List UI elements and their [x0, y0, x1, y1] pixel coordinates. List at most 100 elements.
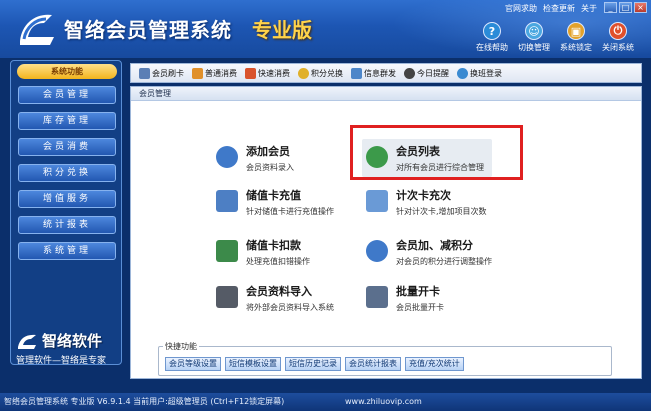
cart-icon: [192, 67, 203, 79]
sidebar-item-consumption[interactable]: 会员消费: [18, 138, 116, 156]
func-desc: 对会员的积分进行调整操作: [396, 257, 492, 266]
status-bar: 智络会员管理系统 专业版 V6.9.1.4 当前用户:超级管理员 (Ctrl+F…: [0, 393, 651, 411]
close-button[interactable]: ×: [634, 2, 647, 13]
close-system-button[interactable]: ⏻ 关闭系统: [601, 22, 635, 53]
points-icon: [366, 240, 388, 262]
toolbar-shift-login[interactable]: 换班登录: [457, 67, 502, 79]
brand-name: 智络软件: [42, 332, 103, 350]
sidebar-item-value-added[interactable]: 增值服务: [18, 190, 116, 208]
app-title: 智络会员管理系统: [64, 18, 232, 42]
status-url: www.zhiluovip.com: [345, 397, 422, 406]
help-button[interactable]: ? 在线帮助: [475, 22, 509, 53]
fast-icon: [245, 67, 256, 79]
sidebar-heading: 系统功能: [17, 64, 117, 79]
window-controls: _ □ ×: [604, 2, 647, 13]
close-system-label: 关闭系统: [602, 43, 634, 52]
brand-slogan: 管理软件—智络是专家: [16, 356, 107, 366]
top-links: 官网求助 检查更新 关于: [505, 3, 597, 14]
quick-label: 快捷功能: [163, 341, 199, 352]
func-title: 储值卡充值: [246, 189, 301, 202]
deduct-button[interactable]: 储值卡扣款 处理充值扣错操作: [216, 237, 310, 267]
toolbar-label: 今日提醒: [417, 68, 449, 78]
toolbar-mass-message[interactable]: 信息群发: [351, 67, 396, 79]
toolbar: 会员刷卡 普通消费 快速消费 积分兑换 信息群发 今日提醒 换班登录: [130, 63, 642, 83]
func-desc: 处理充值扣错操作: [246, 257, 310, 266]
status-text: 智络会员管理系统 专业版 V6.9.1.4 当前用户:超级管理员 (Ctrl+F…: [4, 397, 285, 406]
sidebar-item-reports[interactable]: 统计报表: [18, 216, 116, 234]
toolbar-label: 普通消费: [205, 68, 237, 78]
switch-manager-label: 切换管理: [518, 43, 550, 52]
points-adjust-button[interactable]: 会员加、减积分 对会员的积分进行调整操作: [366, 237, 492, 267]
batch-card-button[interactable]: 批量开卡 会员批量开卡: [366, 283, 444, 313]
quick-functions: 快捷功能 会员等级设置 短信模板设置 短信历史记录 会员统计报表 充值/充次统计: [158, 341, 612, 376]
quick-recharge-stats-button[interactable]: 充值/充次统计: [405, 357, 464, 371]
top-link-help[interactable]: 官网求助: [505, 3, 537, 14]
quick-sms-template-button[interactable]: 短信模板设置: [225, 357, 281, 371]
logo-icon: [20, 14, 54, 45]
func-title: 计次卡充次: [396, 189, 451, 202]
func-title: 会员资料导入: [246, 285, 312, 298]
lock-icon: ▣: [567, 22, 585, 40]
help-label: 在线帮助: [476, 43, 508, 52]
selection-highlight: [350, 125, 523, 180]
count-card-button[interactable]: 计次卡充次 针对计次卡,增加项目次数: [366, 187, 487, 217]
clock-icon: [404, 67, 415, 79]
toolbar-member-swipe[interactable]: 会员刷卡: [139, 67, 184, 79]
header: 智络会员管理系统 专业版 官网求助 检查更新 关于 _ □ × ? 在线帮助 ☺…: [0, 0, 651, 58]
recharge-icon: [216, 190, 238, 212]
add-member-button[interactable]: 添加会员 会员资料录入: [216, 143, 294, 173]
quick-sms-history-button[interactable]: 短信历史记录: [285, 357, 341, 371]
add-member-icon: [216, 146, 238, 168]
sidebar-item-system[interactable]: 系统管理: [18, 242, 116, 260]
switch-icon: [457, 67, 468, 79]
sidebar: 系统功能 会员管理 库存管理 会员消费 积分兑换 增值服务 统计报表 系统管理: [10, 60, 122, 365]
maximize-button[interactable]: □: [619, 2, 632, 13]
edition-label: 专业版: [252, 18, 312, 42]
power-icon: ⏻: [609, 22, 627, 40]
exchange-icon: [298, 67, 309, 79]
top-link-update[interactable]: 检查更新: [543, 3, 575, 14]
func-desc: 针对储值卡进行充值操作: [246, 207, 334, 216]
toolbar-label: 快速消费: [258, 68, 290, 78]
toolbar-today-reminder[interactable]: 今日提醒: [404, 67, 449, 79]
brand-logo-icon: [18, 334, 36, 349]
quick-member-report-button[interactable]: 会员统计报表: [345, 357, 401, 371]
panel-title: 会员管理: [131, 87, 641, 101]
func-title: 添加会员: [246, 145, 290, 158]
toolbar-label: 信息群发: [364, 68, 396, 78]
people-icon: ☺: [525, 22, 543, 40]
minimize-button[interactable]: _: [604, 2, 617, 13]
card-icon: [139, 67, 150, 79]
help-icon: ?: [483, 22, 501, 40]
func-desc: 将外部会员资料导入系统: [246, 303, 334, 312]
import-icon: [216, 286, 238, 308]
import-button[interactable]: 会员资料导入 将外部会员资料导入系统: [216, 283, 334, 313]
lock-system-button[interactable]: ▣ 系统锁定: [559, 22, 593, 53]
deduct-icon: [216, 240, 238, 262]
lock-system-label: 系统锁定: [560, 43, 592, 52]
toolbar-label: 会员刷卡: [152, 68, 184, 78]
toolbar-normal-consumption[interactable]: 普通消费: [192, 67, 237, 79]
sidebar-item-member-management[interactable]: 会员管理: [18, 86, 116, 104]
func-title: 储值卡扣款: [246, 239, 301, 252]
switch-manager-button[interactable]: ☺ 切换管理: [517, 22, 551, 53]
func-desc: 针对计次卡,增加项目次数: [396, 207, 487, 216]
func-title: 会员加、减积分: [396, 239, 473, 252]
sidebar-item-points-exchange[interactable]: 积分兑换: [18, 164, 116, 182]
batch-card-icon: [366, 286, 388, 308]
toolbar-label: 换班登录: [470, 68, 502, 78]
recharge-button[interactable]: 储值卡充值 针对储值卡进行充值操作: [216, 187, 334, 217]
header-buttons: ? 在线帮助 ☺ 切换管理 ▣ 系统锁定 ⏻ 关闭系统: [475, 22, 635, 53]
func-desc: 会员资料录入: [246, 163, 294, 172]
toolbar-fast-consumption[interactable]: 快速消费: [245, 67, 290, 79]
count-card-icon: [366, 190, 388, 212]
message-icon: [351, 67, 362, 79]
func-title: 批量开卡: [396, 285, 440, 298]
top-link-about[interactable]: 关于: [581, 3, 597, 14]
toolbar-label: 积分兑换: [311, 68, 343, 78]
func-desc: 会员批量开卡: [396, 303, 444, 312]
brand: 智络软件 管理软件—智络是专家: [16, 330, 128, 366]
quick-member-level-button[interactable]: 会员等级设置: [165, 357, 221, 371]
sidebar-item-inventory[interactable]: 库存管理: [18, 112, 116, 130]
toolbar-points-exchange[interactable]: 积分兑换: [298, 67, 343, 79]
